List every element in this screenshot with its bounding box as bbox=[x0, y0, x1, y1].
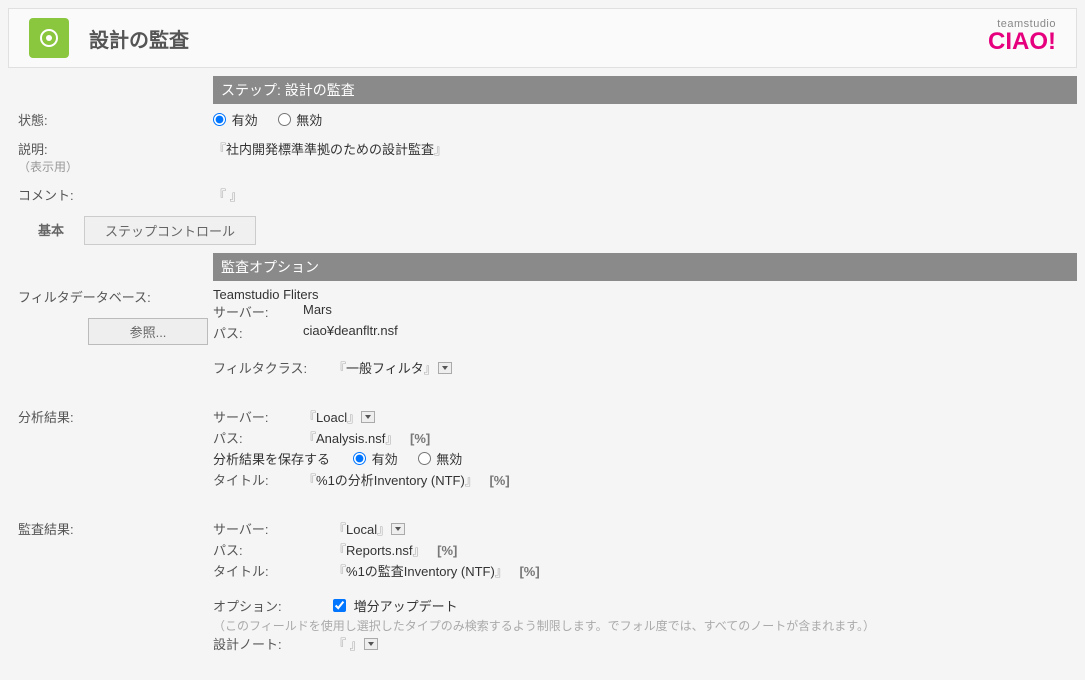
status-label: 状態: bbox=[18, 108, 213, 129]
filter-class-value[interactable]: 一般フィルタ bbox=[346, 361, 424, 376]
analysis-path-percent-button[interactable]: [%] bbox=[406, 431, 434, 446]
tab-bar: 基本 ステップコントロール bbox=[8, 216, 1077, 245]
analysis-path-label: パス: bbox=[213, 428, 303, 447]
design-note-label: 設計ノート: bbox=[213, 634, 333, 653]
description-label: 説明: bbox=[18, 139, 213, 158]
filter-server-label: サーバー: bbox=[213, 302, 303, 321]
app-icon bbox=[29, 18, 69, 58]
auditres-title-value[interactable]: %1の監査Inventory (NTF) bbox=[346, 564, 495, 579]
app-header: 設計の監査 teamstudio CIAO! bbox=[8, 8, 1077, 68]
analysis-title-percent-button[interactable]: [%] bbox=[485, 473, 513, 488]
description-row: 説明: （表示用） 『社内開発標準準拠のための設計監査』 bbox=[8, 133, 1077, 179]
comment-label: コメント: bbox=[18, 183, 213, 204]
auditres-path-percent-button[interactable]: [%] bbox=[433, 543, 461, 558]
analysis-save-enabled-radio[interactable]: 有効 bbox=[353, 449, 398, 468]
design-note-dropdown-icon[interactable] bbox=[364, 638, 378, 650]
brand-ciao: CIAO! bbox=[988, 30, 1056, 54]
filter-db-row: フィルタデータベース: 参照... Teamstudio Fliters サーバ… bbox=[8, 281, 1077, 383]
filter-db-label: フィルタデータベース: bbox=[18, 287, 213, 306]
audit-section-bar: 監査オプション bbox=[213, 253, 1077, 281]
auditres-row: 監査結果: サーバー: 『Local』 パス: 『Reports.nsf』 [%… bbox=[8, 513, 1077, 659]
browse-button[interactable]: 参照... bbox=[88, 318, 208, 345]
filter-server-value: Mars bbox=[303, 302, 332, 321]
auditres-server-label: サーバー: bbox=[213, 519, 333, 538]
comment-row: コメント: 『 』 bbox=[8, 179, 1077, 208]
status-enabled-radio[interactable]: 有効 bbox=[213, 110, 258, 129]
option-hint: （このフィールドを使用し選択したタイプのみ検索するよう制限します。でフォル度では… bbox=[213, 617, 1077, 634]
analysis-server-value[interactable]: Loacl bbox=[316, 410, 347, 425]
analysis-server-dropdown-icon[interactable] bbox=[361, 411, 375, 423]
auditres-server-dropdown-icon[interactable] bbox=[391, 523, 405, 535]
analysis-save-label: 分析結果を保存する bbox=[213, 449, 353, 468]
filter-path-label: パス: bbox=[213, 323, 303, 342]
description-sublabel: （表示用） bbox=[18, 158, 213, 175]
page-title: 設計の監査 bbox=[89, 24, 189, 53]
analysis-row: 分析結果: サーバー: 『Loacl』 パス: 『Analysis.nsf』 [… bbox=[8, 401, 1077, 495]
filter-class-dropdown-icon[interactable] bbox=[438, 362, 452, 374]
status-row: 状態: 有効 無効 bbox=[8, 104, 1077, 133]
analysis-title-value[interactable]: %1の分析Inventory (NTF) bbox=[316, 473, 465, 488]
filter-path-value: ciao¥deanfltr.nsf bbox=[303, 323, 398, 342]
auditres-path-label: パス: bbox=[213, 540, 333, 559]
tab-basic[interactable]: 基本 bbox=[18, 216, 84, 245]
analysis-save-disabled-radio[interactable]: 無効 bbox=[418, 449, 463, 468]
status-disabled-radio[interactable]: 無効 bbox=[278, 110, 323, 129]
analysis-label: 分析結果: bbox=[18, 405, 213, 426]
analysis-path-value[interactable]: Analysis.nsf bbox=[316, 431, 385, 446]
incremental-update-checkbox[interactable]: 増分アップデート bbox=[333, 599, 458, 614]
tab-step-control[interactable]: ステップコントロール bbox=[84, 216, 256, 245]
filter-db-name: Teamstudio Fliters bbox=[213, 287, 1077, 302]
analysis-server-label: サーバー: bbox=[213, 407, 303, 426]
brand-logo: teamstudio CIAO! bbox=[988, 19, 1056, 54]
auditres-title-label: タイトル: bbox=[213, 561, 333, 580]
filter-class-label: フィルタクラス: bbox=[213, 358, 333, 377]
description-value[interactable]: 社内開発標準準拠のための設計監査 bbox=[226, 142, 434, 157]
auditres-path-value[interactable]: Reports.nsf bbox=[346, 543, 412, 558]
step-section-bar: ステップ: 設計の監査 bbox=[213, 76, 1077, 104]
analysis-title-label: タイトル: bbox=[213, 470, 303, 489]
auditres-label: 監査結果: bbox=[18, 517, 213, 538]
auditres-title-percent-button[interactable]: [%] bbox=[515, 564, 543, 579]
auditres-server-value[interactable]: Local bbox=[346, 522, 377, 537]
auditres-option-label: オプション: bbox=[213, 596, 333, 615]
